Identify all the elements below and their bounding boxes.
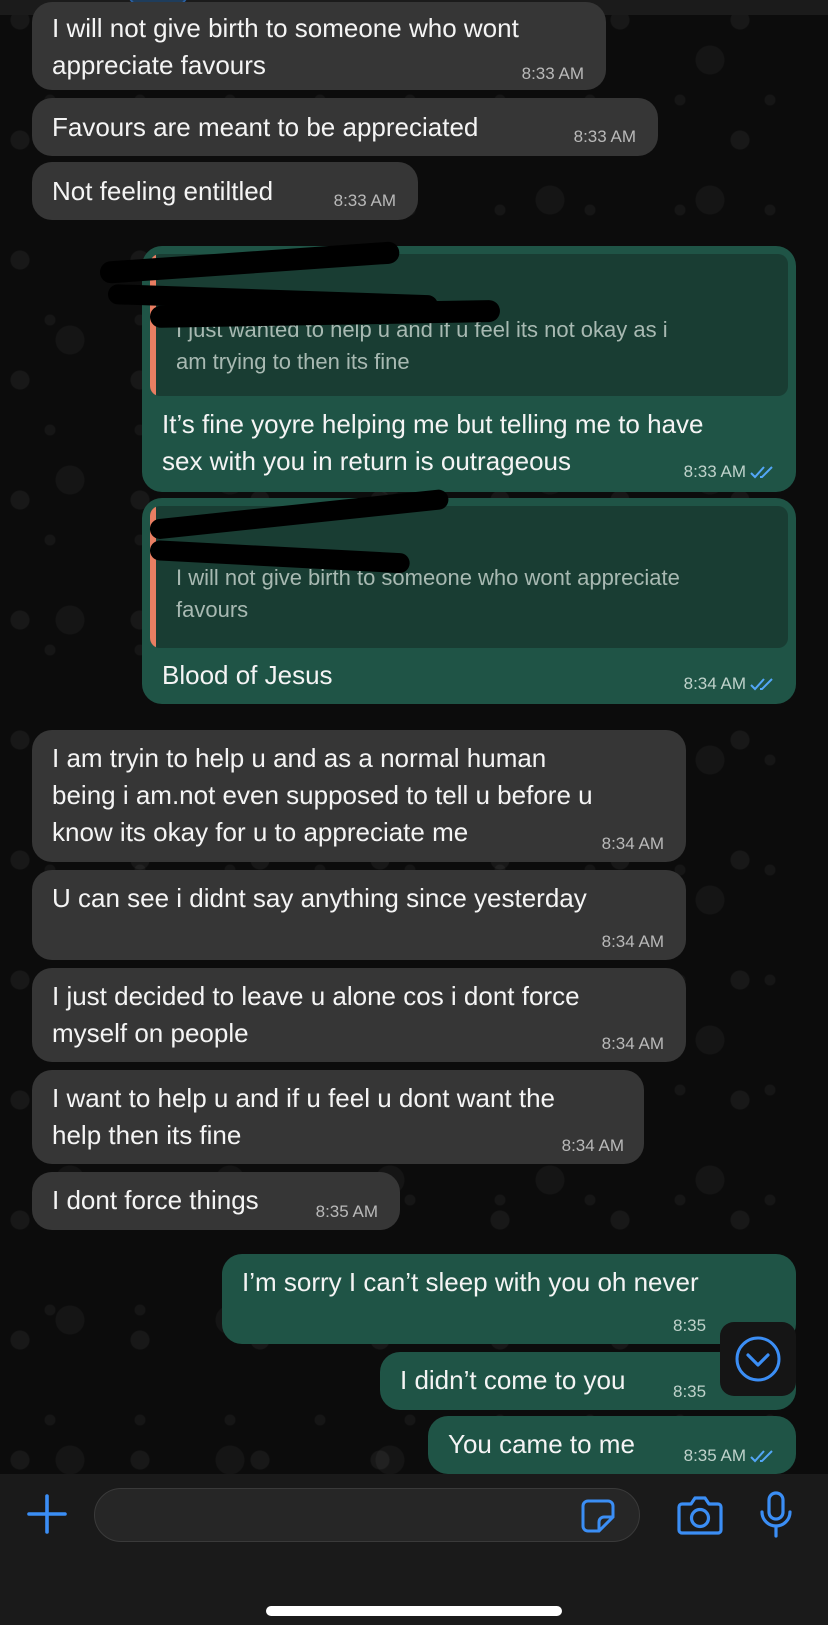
message-time: 8:33 AM [684,462,776,482]
message-time: 8:34 AM [561,1136,624,1155]
message-text: appreciate favours [52,50,266,80]
quote-text: am trying to then its fine [176,349,410,374]
message-text: I am tryin to help u and as a normal hum… [52,743,547,773]
message-text: I’m sorry I can’t sleep with you oh neve… [242,1267,699,1297]
message-time: 8:35 AM [684,1446,776,1466]
message-outgoing[interactable]: I just wanted to help u and if u feel it… [142,246,796,492]
message-time: 8:34 AM [684,674,776,694]
message-incoming[interactable]: I want to help u and if u feel u dont wa… [32,1070,644,1164]
message-text: I just decided to leave u alone cos i do… [52,981,580,1011]
message-time: 8:34 AM [601,932,664,951]
message-outgoing[interactable]: You came to me 8:35 AM [428,1416,796,1474]
message-outgoing[interactable]: I’m sorry I can’t sleep with you oh neve… [222,1254,796,1344]
message-text: I will not give birth to someone who won… [52,13,519,43]
message-time: 8:33 AM [521,64,584,83]
plus-icon[interactable] [25,1492,69,1536]
message-text: sex with you in return is outrageous [162,446,571,476]
message-incoming[interactable]: Not feeling entiltled 8:33 AM [32,162,418,220]
message-time: 8:35 AM [315,1202,378,1221]
message-incoming[interactable]: I will not give birth to someone who won… [32,2,606,90]
message-input[interactable] [94,1488,640,1542]
message-text: I dont force things [52,1185,259,1215]
sticker-icon[interactable] [579,1497,617,1535]
message-incoming[interactable]: I dont force things 8:35 AM [32,1172,400,1230]
quote-text: favours [176,597,249,622]
message-incoming[interactable]: I just decided to leave u alone cos i do… [32,968,686,1062]
read-receipt-icon [750,678,773,691]
message-time: 8:35 [673,1382,707,1401]
microphone-icon[interactable] [758,1490,794,1540]
message-text: know its okay for u to appreciate me [52,817,469,847]
scroll-to-bottom-button[interactable] [720,1322,796,1396]
message-incoming[interactable]: Favours are meant to be appreciated 8:33… [32,98,658,156]
message-text: Favours are meant to be appreciated [52,112,479,142]
message-text: Not feeling entiltled [52,176,274,206]
message-text: help then its fine [52,1120,242,1150]
message-text: being i am.not even supposed to tell u b… [52,780,593,810]
message-text: It’s fine yoyre helping me but telling m… [162,409,704,439]
message-time: 8:33 AM [333,191,396,210]
quote-text: I will not give birth to someone who won… [176,565,680,590]
message-text: I didn’t come to you [400,1365,626,1395]
message-time: 8:34 AM [601,834,664,853]
message-text: You came to me [448,1429,635,1459]
message-time: 8:33 AM [573,127,636,146]
composer-bar [0,1474,828,1625]
message-incoming[interactable]: I am tryin to help u and as a normal hum… [32,730,686,862]
message-text: Blood of Jesus [162,660,333,690]
camera-icon[interactable] [676,1494,724,1536]
message-text: U can see i didnt say anything since yes… [52,883,587,913]
read-receipt-icon [750,466,773,479]
message-text: I want to help u and if u feel u dont wa… [52,1083,556,1113]
message-time: 8:35 [673,1316,707,1335]
read-receipt-icon [750,1450,773,1463]
home-indicator[interactable] [266,1606,562,1616]
message-incoming[interactable]: U can see i didnt say anything since yes… [32,870,686,960]
message-time: 8:34 AM [601,1034,664,1053]
chevron-down-circle-icon [735,1336,781,1382]
message-text: myself on people [52,1018,249,1048]
chat-area[interactable]: I will not give birth to someone who won… [0,0,828,1474]
